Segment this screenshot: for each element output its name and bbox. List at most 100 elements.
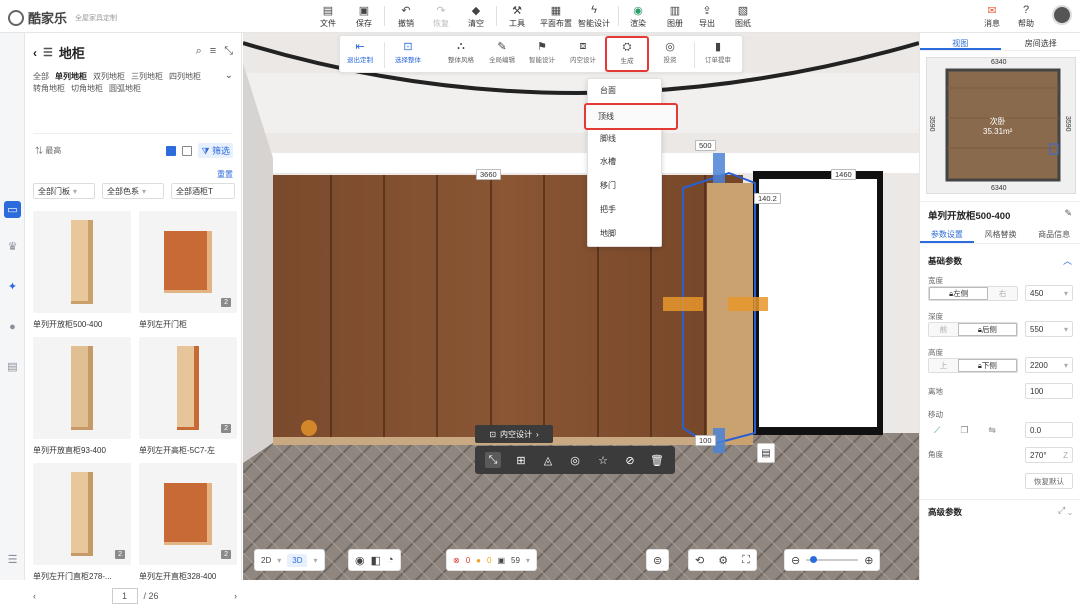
height-input[interactable]: 2200▾: [1025, 357, 1073, 373]
menu-item-sliding-door[interactable]: 移门: [588, 174, 663, 197]
height-up-option[interactable]: 上: [929, 359, 958, 372]
trash-icon[interactable]: 🗑: [649, 452, 665, 468]
product-card[interactable]: 2单列左开门直柜278-...: [33, 463, 131, 585]
mirror-icon[interactable]: ⇋: [988, 425, 996, 436]
search-icon[interactable]: ⌕: [196, 45, 202, 58]
list-view-icon[interactable]: [182, 146, 192, 156]
move-axis-icon[interactable]: ⟋: [934, 425, 940, 436]
category-categories_row1-3[interactable]: 三列地柜: [131, 71, 163, 82]
floorplan-minimap[interactable]: 6340 6340 3590 3590 次卧 35.31m²: [926, 57, 1076, 194]
star-icon[interactable]: ☆: [595, 452, 611, 468]
clear-button[interactable]: ◆清空: [462, 3, 490, 29]
expand-icon[interactable]: ⤢ ⌄: [1058, 505, 1072, 516]
status-counts[interactable]: ⊗0 ●0 ▣59 ▾: [446, 549, 537, 571]
messages-button[interactable]: ✉消息: [978, 3, 1006, 29]
back-icon[interactable]: ‹: [33, 46, 37, 60]
crown-icon[interactable]: ♛: [4, 238, 21, 255]
paint-icon[interactable]: ◬: [540, 452, 556, 468]
page-input[interactable]: 1: [112, 588, 138, 604]
restore-default-button[interactable]: 恢复默认: [1025, 473, 1073, 489]
rotate-3d-icon[interactable]: ◎: [567, 452, 583, 468]
copy-icon[interactable]: ❐: [960, 425, 968, 436]
add-icon[interactable]: ⊞: [513, 452, 529, 468]
product-card[interactable]: 2单列左开直柜328-400: [139, 463, 237, 585]
inner-design-button[interactable]: ⧈内空设计: [563, 40, 603, 64]
album-button[interactable]: ▥图册: [661, 3, 689, 29]
order-submit-button[interactable]: ▮订单提审: [698, 40, 738, 64]
mode-2d-button[interactable]: 2D: [261, 556, 271, 565]
product-card[interactable]: 单列开放直柜93-400: [33, 337, 131, 459]
mode-3d-button[interactable]: 3D: [287, 554, 307, 567]
menu-item-sink[interactable]: 水槽: [588, 150, 663, 173]
menu-item-crown-molding[interactable]: 顶线: [584, 103, 678, 130]
width-anchor-toggle[interactable]: 🔒︎ 左侧 右: [928, 286, 1018, 301]
filter-button[interactable]: ⧩ 筛选: [198, 143, 233, 158]
move-input[interactable]: 0.0: [1025, 422, 1073, 438]
tab-room-select[interactable]: 房间选择: [1001, 33, 1080, 50]
sort-icon[interactable]: ≡: [210, 45, 216, 58]
category-categories_row2-1[interactable]: 切角地柜: [71, 83, 103, 94]
settings-icon[interactable]: ☰: [4, 551, 21, 568]
user-icon[interactable]: ●: [4, 318, 21, 335]
tab-params[interactable]: 参数设置: [920, 226, 974, 243]
render-button[interactable]: ◉渲染: [624, 3, 652, 29]
undo-button[interactable]: ↶撤销: [392, 3, 420, 29]
floor-layout-menu[interactable]: ▦平面布置: [540, 3, 572, 29]
prev-page-icon[interactable]: ‹: [33, 591, 36, 601]
height-anchor-toggle[interactable]: 上 🔒︎ 下侧: [928, 358, 1018, 373]
width-input[interactable]: 450▾: [1025, 285, 1073, 301]
menu-item-handle[interactable]: 把手: [588, 198, 663, 221]
save-button[interactable]: ▣保存: [350, 3, 378, 29]
chevron-down-icon[interactable]: ⌄: [225, 70, 233, 81]
eye-icon[interactable]: ◉: [355, 554, 365, 567]
category-categories_row1-0[interactable]: 全部: [33, 71, 49, 82]
menu-item-countertop[interactable]: 台面: [588, 79, 663, 102]
exit-custom-button[interactable]: ⇤退出定制: [340, 40, 380, 64]
collapse-up-icon[interactable]: ︿: [1063, 254, 1072, 267]
file-menu[interactable]: ▤文件: [314, 3, 342, 29]
zoom-slider[interactable]: [806, 559, 858, 561]
camera-settings-icon[interactable]: ⚙: [718, 554, 728, 567]
smart-design-menu[interactable]: ϟ智能设计: [578, 3, 610, 29]
category-categories_row2-0[interactable]: 转角地柜: [33, 83, 65, 94]
help-button[interactable]: ?帮助: [1012, 3, 1040, 29]
drawings-button[interactable]: ▧图纸: [729, 3, 757, 29]
model-icon[interactable]: ✦: [4, 278, 21, 295]
height-down-option[interactable]: 🔒︎ 下侧: [958, 359, 1017, 372]
scheme-button[interactable]: ◎投资: [650, 40, 690, 64]
product-card[interactable]: 单列开放柜500-400: [33, 211, 131, 333]
edit-icon[interactable]: ✎: [1064, 208, 1072, 219]
next-page-icon[interactable]: ›: [234, 591, 237, 601]
product-card[interactable]: 2单列左开高柜-5C7-左: [139, 337, 237, 459]
depth-input[interactable]: 550▾: [1025, 321, 1073, 337]
reset-link[interactable]: 重置: [217, 169, 233, 180]
zoom-in-icon[interactable]: ⊕: [864, 554, 873, 567]
sort-dropdown[interactable]: ⇅ 最高: [35, 145, 61, 156]
color-filter[interactable]: 全部色系▾: [102, 183, 164, 199]
width-left-option[interactable]: 🔒︎ 左侧: [929, 287, 988, 300]
category-categories_row1-1[interactable]: 单列地柜: [55, 71, 87, 82]
tab-style-replace[interactable]: 风格替换: [974, 226, 1028, 243]
fit-view-icon[interactable]: ⛶: [742, 554, 750, 567]
tab-view[interactable]: 视图: [920, 33, 1001, 50]
3d-viewport[interactable]: 500 3660 1460 140.2 100 ▤: [243, 33, 919, 580]
brand-logo[interactable]: 酷家乐 全屋家具定制: [8, 8, 117, 27]
category-categories_row2-2[interactable]: 圆弧地柜: [109, 83, 141, 94]
product-card[interactable]: 2单列左开门柜: [139, 211, 237, 333]
smart-design-button[interactable]: ⚑智能设计: [522, 40, 562, 64]
depth-anchor-toggle[interactable]: 前 🔒︎ 后侧: [928, 322, 1018, 337]
resize-icon[interactable]: ⤡: [485, 452, 501, 468]
inner-design-chip[interactable]: ⊡ 内空设计 ›: [475, 425, 553, 443]
cabinet-category-icon[interactable]: ▭: [4, 201, 21, 218]
whole-style-button[interactable]: ⛬整体风格: [441, 40, 481, 64]
menu-item-skirting[interactable]: 脚线: [588, 127, 663, 150]
redo-button[interactable]: ↷恢复: [427, 3, 455, 29]
depth-front-option[interactable]: 前: [929, 323, 958, 336]
collapse-icon[interactable]: ⤡: [224, 45, 233, 58]
gauge-icon[interactable]: ◔: [387, 554, 394, 566]
wine-cabinet-filter[interactable]: 全部酒柜T: [171, 183, 235, 199]
tab-product-info[interactable]: 商品信息: [1027, 226, 1080, 243]
category-categories_row1-2[interactable]: 双列地柜: [93, 71, 125, 82]
grid-view-icon[interactable]: [166, 146, 176, 156]
clipboard-icon[interactable]: ▤: [757, 443, 775, 463]
